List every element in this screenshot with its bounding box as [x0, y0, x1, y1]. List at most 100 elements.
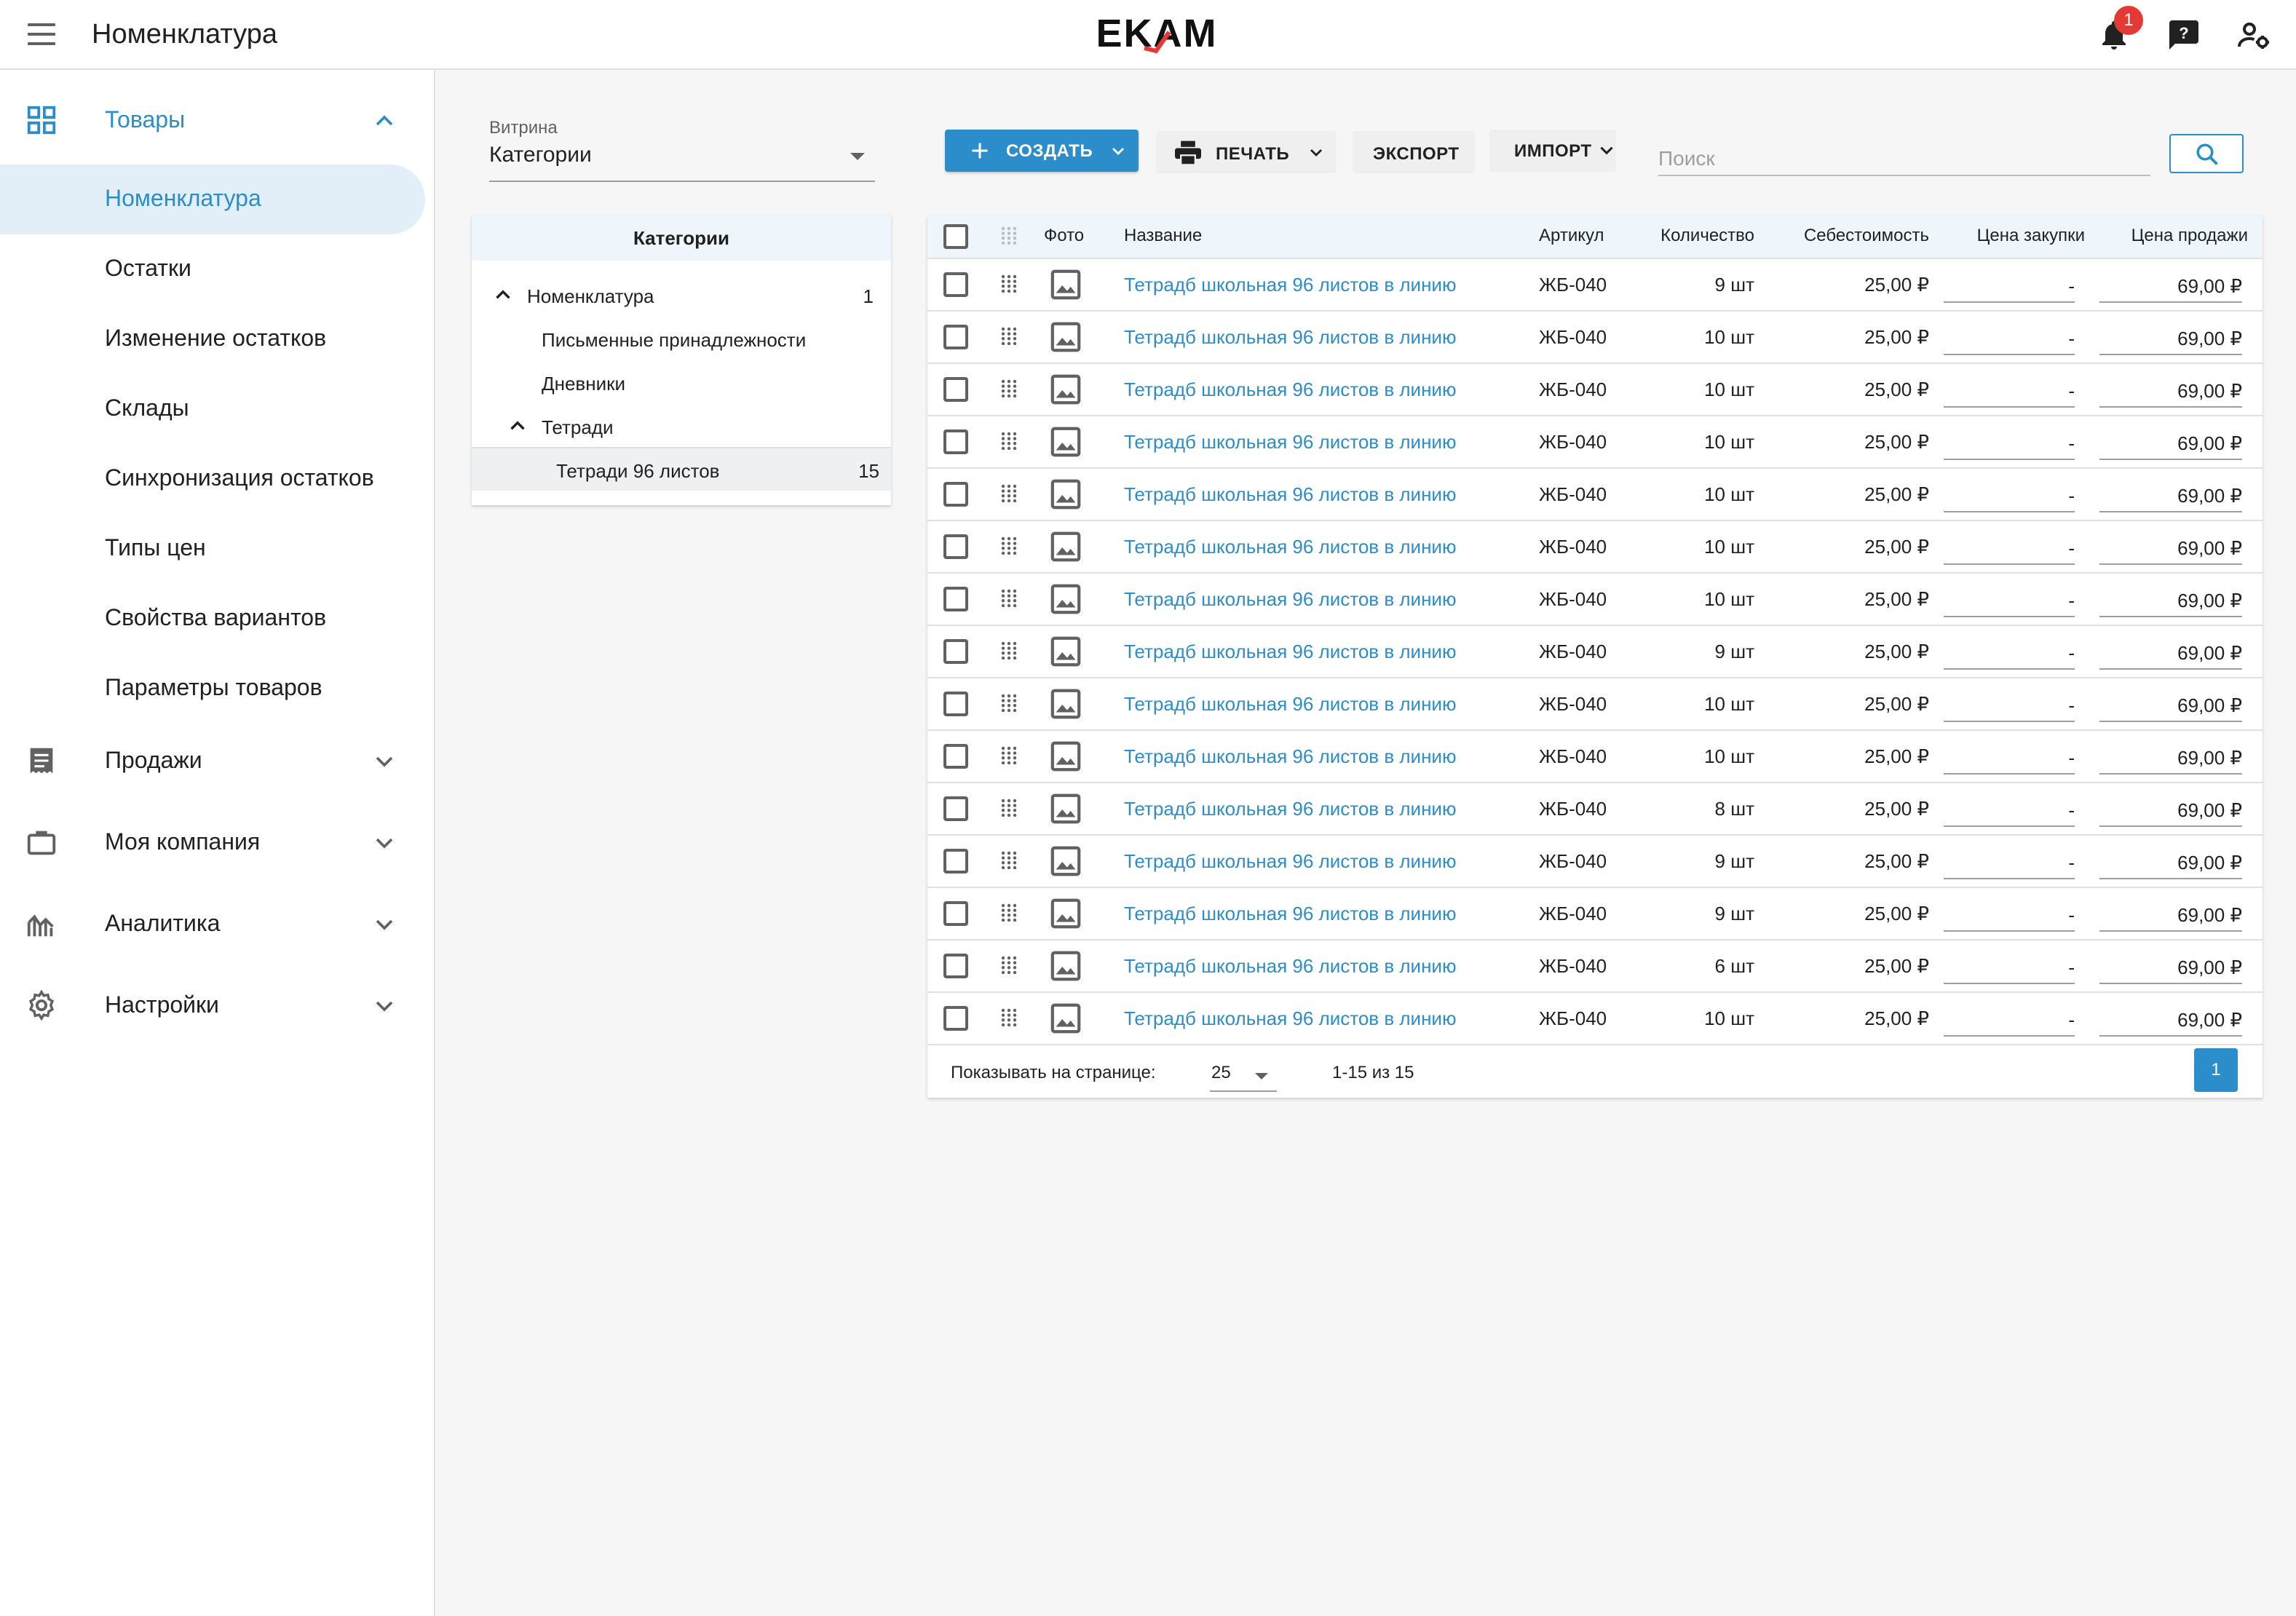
create-button[interactable]: СОЗДАТЬ: [945, 130, 1139, 172]
sale-price-field[interactable]: 69,00 ₽: [2099, 740, 2242, 775]
drag-handle-icon[interactable]: [1000, 379, 1018, 399]
row-checkbox[interactable]: [943, 796, 968, 821]
sidebar-item-nomenclature[interactable]: Номенклатура: [0, 165, 425, 234]
table-row[interactable]: Тетрадб школьная 96 листов в линию ЖБ-040…: [927, 888, 2263, 940]
image-placeholder-icon[interactable]: [1048, 268, 1083, 301]
drag-handle-icon[interactable]: [1000, 431, 1018, 451]
drag-handle-icon[interactable]: [1000, 1007, 1018, 1028]
page-button-1[interactable]: 1: [2194, 1048, 2238, 1092]
search-button[interactable]: [2169, 134, 2244, 173]
sidebar-item-sales[interactable]: Продажи: [0, 728, 434, 795]
product-name-link[interactable]: Тетрадб школьная 96 листов в линию: [1124, 326, 1456, 349]
tree-item-nomenclature[interactable]: Номенклатура 1: [472, 274, 891, 317]
purchase-price-field[interactable]: -: [1944, 635, 2075, 670]
tree-item-notebooks[interactable]: Тетради: [472, 405, 891, 448]
table-row[interactable]: Тетрадб школьная 96 листов в линию ЖБ-040…: [927, 678, 2263, 731]
drag-handle-icon[interactable]: [1000, 274, 1018, 294]
purchase-price-field[interactable]: -: [1944, 792, 2075, 827]
table-row[interactable]: Тетрадб школьная 96 листов в линию ЖБ-040…: [927, 312, 2263, 364]
table-row[interactable]: Тетрадб школьная 96 листов в линию ЖБ-040…: [927, 836, 2263, 888]
column-sale[interactable]: Цена продажи: [2099, 226, 2248, 246]
product-name-link[interactable]: Тетрадб школьная 96 листов в линию: [1124, 536, 1456, 558]
column-name[interactable]: Название: [1124, 226, 1202, 246]
tree-item-diaries[interactable]: Дневники: [472, 361, 891, 405]
column-purchase[interactable]: Цена закупки: [1944, 226, 2085, 246]
sale-price-field[interactable]: 69,00 ₽: [2099, 1002, 2242, 1037]
purchase-price-field[interactable]: -: [1944, 373, 2075, 408]
sale-price-field[interactable]: 69,00 ₽: [2099, 897, 2242, 932]
image-placeholder-icon[interactable]: [1048, 844, 1083, 878]
purchase-price-field[interactable]: -: [1944, 268, 2075, 303]
purchase-price-field[interactable]: -: [1944, 582, 2075, 617]
drag-handle-icon[interactable]: [1000, 693, 1018, 713]
row-checkbox[interactable]: [943, 954, 968, 978]
user-settings-icon[interactable]: [2236, 17, 2271, 52]
product-name-link[interactable]: Тетрадб школьная 96 листов в линию: [1124, 379, 1456, 401]
tree-item-stationery[interactable]: Письменные принадлежности: [472, 317, 891, 361]
image-placeholder-icon[interactable]: [1048, 530, 1083, 563]
help-icon[interactable]: ?: [2166, 17, 2201, 52]
export-button[interactable]: ЭКСПОРТ: [1353, 131, 1475, 173]
sale-price-field[interactable]: 69,00 ₽: [2099, 792, 2242, 827]
purchase-price-field[interactable]: -: [1944, 1002, 2075, 1037]
row-checkbox[interactable]: [943, 377, 968, 402]
image-placeholder-icon[interactable]: [1048, 687, 1083, 721]
row-checkbox[interactable]: [943, 429, 968, 454]
table-row[interactable]: Тетрадб школьная 96 листов в линию ЖБ-040…: [927, 521, 2263, 574]
table-row[interactable]: Тетрадб школьная 96 листов в линию ЖБ-040…: [927, 416, 2263, 469]
sidebar-item-stock[interactable]: Остатки: [0, 234, 425, 304]
purchase-price-field[interactable]: -: [1944, 425, 2075, 460]
row-checkbox[interactable]: [943, 534, 968, 559]
row-checkbox[interactable]: [943, 272, 968, 297]
drag-handle-icon[interactable]: [1000, 641, 1018, 661]
image-placeholder-icon[interactable]: [1048, 635, 1083, 668]
sidebar-item-analytics[interactable]: Аналитика: [0, 891, 434, 958]
purchase-price-field[interactable]: -: [1944, 530, 2075, 565]
table-row[interactable]: Тетрадб школьная 96 листов в линию ЖБ-040…: [927, 940, 2263, 993]
drag-handle-icon[interactable]: [1000, 588, 1018, 609]
search-input[interactable]: [1658, 135, 2150, 176]
image-placeholder-icon[interactable]: [1048, 1002, 1083, 1035]
product-name-link[interactable]: Тетрадб школьная 96 листов в линию: [1124, 431, 1456, 453]
sale-price-field[interactable]: 69,00 ₽: [2099, 635, 2242, 670]
table-row[interactable]: Тетрадб школьная 96 листов в линию ЖБ-040…: [927, 993, 2263, 1045]
table-row[interactable]: Тетрадб школьная 96 листов в линию ЖБ-040…: [927, 364, 2263, 416]
sidebar-item-price-types[interactable]: Типы цен: [0, 514, 425, 584]
sidebar-item-variant-properties[interactable]: Свойства вариантов: [0, 584, 425, 654]
per-page-select[interactable]: 25: [1210, 1055, 1277, 1092]
table-row[interactable]: Тетрадб школьная 96 листов в линию ЖБ-040…: [927, 731, 2263, 783]
import-button[interactable]: ИМПОРТ: [1489, 130, 1616, 172]
image-placeholder-icon[interactable]: [1048, 320, 1083, 354]
sale-price-field[interactable]: 69,00 ₽: [2099, 687, 2242, 722]
sidebar-item-product-params[interactable]: Параметры товаров: [0, 654, 425, 724]
purchase-price-field[interactable]: -: [1944, 687, 2075, 722]
image-placeholder-icon[interactable]: [1048, 740, 1083, 773]
product-name-link[interactable]: Тетрадб школьная 96 листов в линию: [1124, 798, 1456, 820]
row-checkbox[interactable]: [943, 325, 968, 349]
purchase-price-field[interactable]: -: [1944, 949, 2075, 984]
sale-price-field[interactable]: 69,00 ₽: [2099, 320, 2242, 355]
sidebar-item-stock-changes[interactable]: Изменение остатков: [0, 304, 425, 374]
drag-handle-icon[interactable]: [1000, 536, 1018, 556]
drag-handle-icon[interactable]: [1000, 850, 1018, 871]
row-checkbox[interactable]: [943, 1006, 968, 1031]
drag-handle-icon[interactable]: [1000, 326, 1018, 346]
sale-price-field[interactable]: 69,00 ₽: [2099, 530, 2242, 565]
drag-handle-icon[interactable]: [1000, 745, 1018, 766]
chevron-up-icon[interactable]: [505, 413, 530, 438]
sidebar-item-company[interactable]: Моя компания: [0, 809, 434, 876]
row-checkbox[interactable]: [943, 849, 968, 874]
image-placeholder-icon[interactable]: [1048, 949, 1083, 983]
table-row[interactable]: Тетрадб школьная 96 листов в линию ЖБ-040…: [927, 259, 2263, 312]
table-row[interactable]: Тетрадб школьная 96 листов в линию ЖБ-040…: [927, 626, 2263, 678]
product-name-link[interactable]: Тетрадб школьная 96 листов в линию: [1124, 903, 1456, 925]
product-name-link[interactable]: Тетрадб школьная 96 листов в линию: [1124, 588, 1456, 611]
row-checkbox[interactable]: [943, 587, 968, 611]
purchase-price-field[interactable]: -: [1944, 844, 2075, 879]
product-name-link[interactable]: Тетрадб школьная 96 листов в линию: [1124, 745, 1456, 768]
image-placeholder-icon[interactable]: [1048, 582, 1083, 616]
product-name-link[interactable]: Тетрадб школьная 96 листов в линию: [1124, 641, 1456, 663]
product-name-link[interactable]: Тетрадб школьная 96 листов в линию: [1124, 1007, 1456, 1030]
product-name-link[interactable]: Тетрадб школьная 96 листов в линию: [1124, 483, 1456, 506]
print-button[interactable]: ПЕЧАТЬ: [1156, 131, 1337, 173]
